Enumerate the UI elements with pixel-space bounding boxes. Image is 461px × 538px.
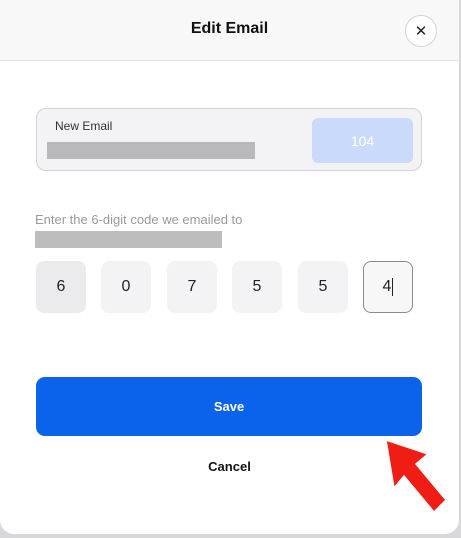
close-icon: ✕ bbox=[414, 22, 428, 40]
code-digit-input-2[interactable]: 0 bbox=[101, 261, 151, 313]
dialog-header: Edit Email ✕ bbox=[0, 0, 459, 61]
code-digit-input-6[interactable]: 4 bbox=[363, 261, 413, 313]
target-email-redacted: •••••••••••• bbox=[35, 231, 222, 248]
save-button[interactable]: Save bbox=[36, 377, 422, 436]
new-email-label: New Email bbox=[55, 119, 113, 133]
code-digit-input-3[interactable]: 7 bbox=[167, 261, 217, 313]
code-prompt-text: Enter the 6-digit code we emailed to bbox=[35, 212, 243, 227]
code-digit-6-value: 4 bbox=[382, 278, 392, 295]
new-email-field[interactable]: New Email •••••••••••• 104 bbox=[36, 108, 422, 171]
close-button[interactable]: ✕ bbox=[405, 15, 437, 47]
code-digit-input-4[interactable]: 5 bbox=[232, 261, 282, 313]
code-digit-input-1[interactable]: 6 bbox=[36, 261, 86, 313]
resend-countdown-button[interactable]: 104 bbox=[312, 118, 413, 163]
code-digit-input-5[interactable]: 5 bbox=[298, 261, 348, 313]
red-pointer-arrow-icon bbox=[385, 439, 447, 513]
text-caret bbox=[392, 278, 394, 296]
dialog-title: Edit Email bbox=[190, 20, 269, 37]
new-email-value-redacted[interactable]: •••••••••••• bbox=[47, 142, 255, 159]
